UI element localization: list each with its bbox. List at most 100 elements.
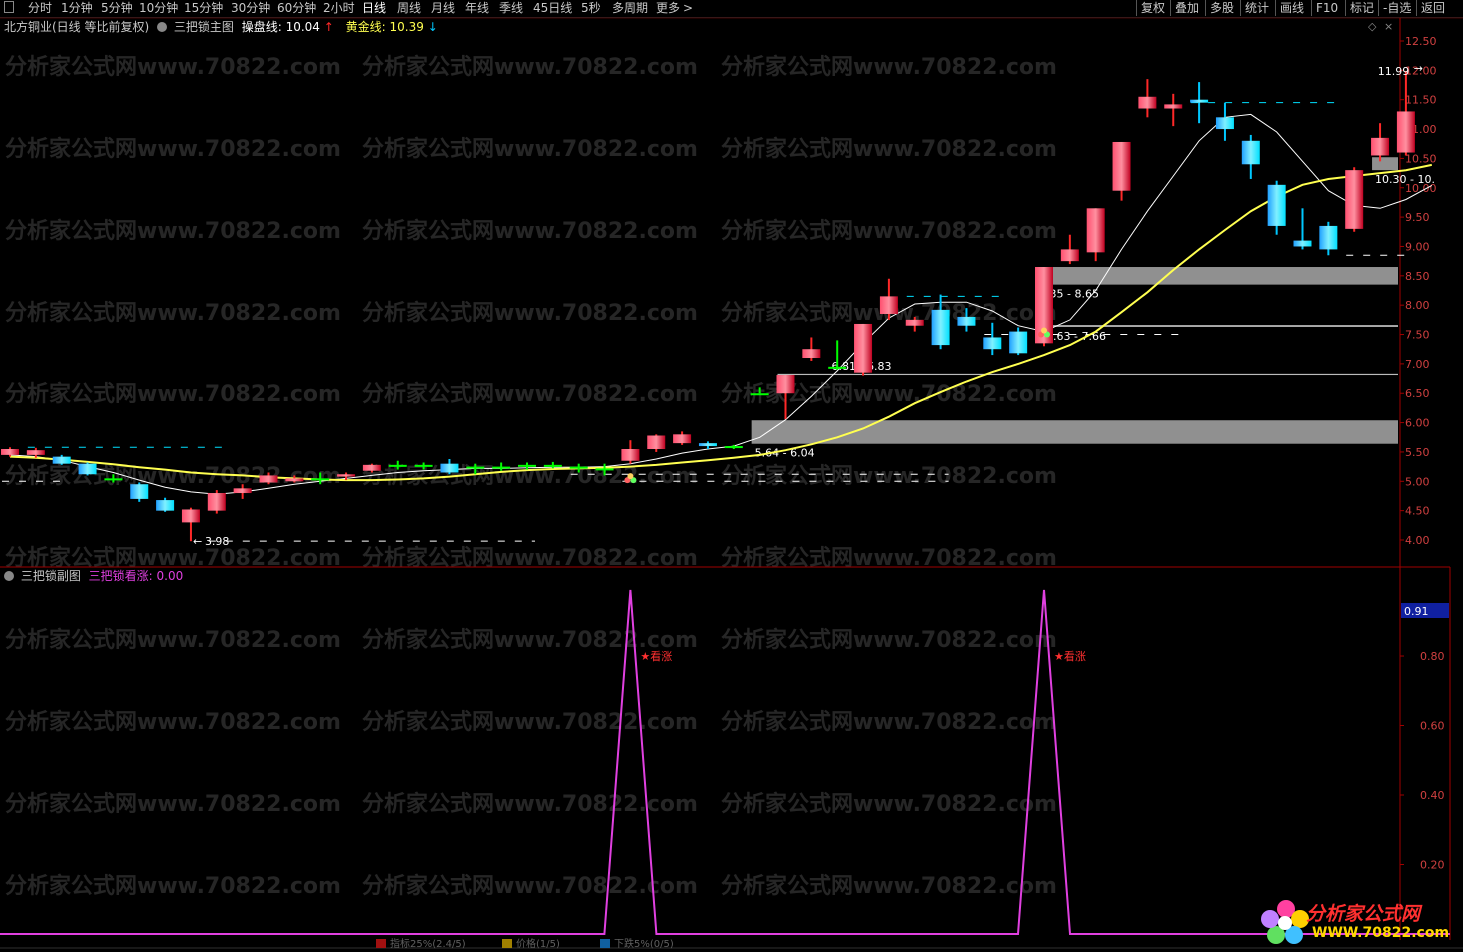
- candle-body: [673, 434, 692, 444]
- sub-tick-label: 0.40: [1420, 789, 1445, 802]
- candle-body: [1215, 117, 1234, 130]
- candle-body: [983, 337, 1002, 350]
- high-price-label: 11.99: [1378, 65, 1410, 78]
- watermark-text: 分析家公式网www.70822.com: [5, 381, 341, 407]
- indicator-menu-icon[interactable]: [157, 22, 168, 32]
- price-tick-label: 10.50: [1405, 152, 1437, 165]
- price-tick-label: 9.50: [1405, 211, 1430, 224]
- candle-body: [1267, 184, 1286, 226]
- sub-indicator-menu-icon[interactable]: [4, 571, 14, 581]
- logo-url: WWW.70822.com: [1312, 925, 1450, 941]
- legend-label: 价格(1/5): [516, 937, 560, 950]
- price-tick-label: 11.50: [1405, 94, 1437, 107]
- close-icon[interactable]: ×: [1384, 20, 1393, 33]
- candle-body: [130, 484, 149, 499]
- petal: [1041, 327, 1047, 334]
- candle-body: [26, 450, 45, 455]
- sub-series-value: 0.00: [156, 569, 184, 583]
- legend-label: 指标25%(2.4/5): [390, 937, 466, 950]
- candle-body: [1086, 208, 1105, 253]
- sub-tick-label: 0.80: [1420, 650, 1445, 663]
- price-tick-label: 4.50: [1405, 505, 1430, 518]
- down-arrow-icon: ↓: [427, 20, 438, 34]
- watermark-text: 分析家公式网www.70822.com: [362, 54, 698, 80]
- candle-body: [543, 464, 562, 467]
- support-zone: [777, 373, 1398, 376]
- price-tick-label: 6.50: [1405, 387, 1430, 400]
- watermark-text: 分析家公式网www.70822.com: [362, 218, 698, 244]
- candle-body: [518, 464, 536, 467]
- low-price-label: 3.98: [205, 535, 230, 548]
- candle-body: [879, 296, 898, 314]
- support-zone: [1372, 157, 1398, 171]
- watermark-text: 分析家公式网www.70822.com: [5, 54, 341, 80]
- up-arrow-icon: ↑: [323, 20, 334, 34]
- candle-body: [569, 466, 588, 469]
- price-tick-label: 8.50: [1405, 270, 1430, 283]
- main-indicator-name[interactable]: 三把锁主图: [174, 20, 234, 34]
- watermark-text: 分析家公式网www.70822.com: [362, 136, 698, 162]
- price-tick-label: 4.00: [1405, 534, 1430, 547]
- candle-body: [1, 449, 19, 455]
- price-tick-label: 8.00: [1405, 299, 1430, 312]
- watermark-text: 分析家公式网www.70822.com: [721, 709, 1057, 735]
- watermark-text: 分析家公式网www.70822.com: [721, 54, 1057, 80]
- candle-body: [388, 464, 407, 467]
- candle-body: [854, 323, 873, 373]
- price-tick-label: 9.00: [1405, 240, 1430, 253]
- support-zone: [751, 420, 1398, 444]
- current-value-label: 0.91: [1404, 605, 1429, 618]
- bullish-label: ★看涨: [1054, 649, 1086, 663]
- candle-body: [621, 449, 640, 461]
- candle-body: [1190, 99, 1209, 103]
- watermark-text: 分析家公式网www.70822.com: [5, 873, 341, 899]
- watermark-text: 分析家公式网www.70822.com: [721, 136, 1057, 162]
- candle-body: [698, 443, 717, 447]
- price-tick-label: 7.50: [1405, 329, 1430, 342]
- watermark-text: 分析家公式网www.70822.com: [721, 218, 1057, 244]
- site-logo: 分析家公式网 WWW.70822.com: [1256, 895, 1456, 947]
- sub-tick-label: 0.60: [1420, 720, 1445, 733]
- petal: [627, 473, 634, 480]
- candle-body: [492, 466, 511, 469]
- candle-body: [1138, 96, 1157, 109]
- candle-body: [724, 446, 743, 449]
- watermark-text: 分析家公式网www.70822.com: [5, 218, 341, 244]
- candle-body: [750, 393, 769, 396]
- stock-title[interactable]: 北方铜业(日线 等比前复权): [4, 20, 149, 34]
- candle-body: [802, 349, 821, 359]
- candle-body: [828, 366, 847, 369]
- bullish-label: ★看涨: [640, 649, 672, 663]
- support-zone: [1036, 267, 1398, 285]
- sub-chart-header: 三把锁副图 三把锁看涨: 0.00: [4, 569, 183, 583]
- golden-line-label: 黄金线:: [345, 20, 386, 34]
- diamond-icon[interactable]: ◇: [1368, 20, 1376, 33]
- chart-corner-controls: ◇ ×: [1368, 20, 1393, 33]
- candle-body: [1112, 141, 1131, 191]
- sub-indicator-name[interactable]: 三把锁副图: [21, 569, 81, 583]
- watermark-text: 分析家公式网www.70822.com: [5, 791, 341, 817]
- candle-body: [1009, 331, 1028, 354]
- watermark-text: 分析家公式网www.70822.com: [5, 300, 341, 326]
- candle-body: [905, 319, 924, 326]
- watermark-text: 分析家公式网www.70822.com: [721, 381, 1057, 407]
- candle-body: [311, 478, 330, 481]
- legend-swatch: [376, 939, 386, 948]
- watermark-text: 分析家公式网www.70822.com: [721, 873, 1057, 899]
- watermark-text: 分析家公式网www.70822.com: [721, 627, 1057, 653]
- candle-body: [931, 309, 950, 346]
- support-zone: [1036, 325, 1398, 327]
- candle-body: [1293, 240, 1312, 247]
- watermark-text: 分析家公式网www.70822.com: [5, 709, 341, 735]
- candle-body: [104, 478, 123, 481]
- operate-line-value: 10.04: [285, 20, 320, 34]
- candle-body: [233, 488, 252, 494]
- legend-swatch: [502, 939, 512, 948]
- sub-series-label: 三把锁看涨:: [88, 569, 153, 583]
- zone-label: 10.30 - 10.: [1375, 173, 1435, 186]
- legend-swatch: [600, 939, 610, 948]
- candle-body: [1164, 104, 1183, 109]
- candle-body: [337, 474, 356, 477]
- candle-body: [1319, 225, 1338, 250]
- watermark-text: 分析家公式网www.70822.com: [362, 709, 698, 735]
